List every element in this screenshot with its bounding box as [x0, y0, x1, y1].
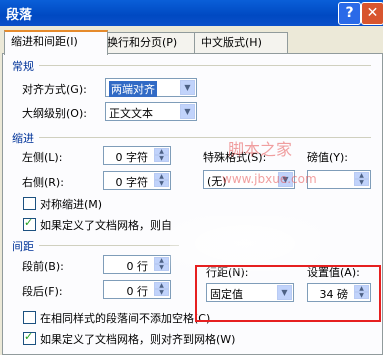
spin-up-icon[interactable]: ▲ — [154, 148, 169, 155]
highlight-box — [195, 265, 381, 322]
window-title: 段落 — [6, 8, 33, 23]
spin-down-icon[interactable]: ▼ — [354, 179, 369, 186]
space-after-label: 段后(F): — [22, 285, 63, 298]
spin-buttons[interactable]: ▲ ▼ — [354, 172, 369, 187]
indent-by-label: 磅值(Y): — [307, 151, 349, 164]
spin-buttons[interactable]: ▲ ▼ — [154, 148, 169, 163]
right-indent-value: 0 字符 — [115, 176, 149, 189]
space-after-spinner[interactable]: 0 行 ▲ ▼ — [103, 280, 171, 299]
auto-adjust-indent-checkbox[interactable] — [23, 216, 36, 231]
divider — [39, 137, 371, 138]
alignment-select[interactable]: 两端对齐 ▼ — [105, 78, 197, 97]
spin-down-icon[interactable]: ▼ — [154, 289, 169, 296]
spin-buttons[interactable]: ▲ ▼ — [154, 173, 169, 188]
outline-level-value: 正文文本 — [109, 107, 153, 120]
tab-indents-spacing[interactable]: 缩进和间距(I) — [4, 30, 108, 55]
watermark-url: www.jbxue.com — [222, 172, 317, 186]
spin-buttons[interactable]: ▲ ▼ — [154, 257, 169, 272]
space-before-value: 0 行 — [126, 260, 149, 273]
spin-up-icon[interactable]: ▲ — [154, 257, 169, 264]
mirror-indents-label: 对称缩进(M) — [40, 198, 103, 211]
watermark-brand: 脚本之家 — [228, 140, 293, 159]
alignment-value: 两端对齐 — [109, 81, 157, 97]
space-before-label: 段前(B): — [22, 260, 64, 273]
dropdown-arrow-icon[interactable]: ▼ — [180, 104, 195, 119]
spin-down-icon[interactable]: ▼ — [154, 180, 169, 187]
close-button[interactable]: ✕ — [361, 2, 383, 25]
no-space-same-style-checkbox[interactable] — [23, 311, 36, 324]
divider — [39, 65, 371, 66]
spin-down-icon[interactable]: ▼ — [154, 155, 169, 162]
snap-to-grid-checkbox[interactable] — [23, 330, 36, 345]
help-button[interactable]: ? — [338, 2, 361, 25]
dropdown-arrow-icon[interactable]: ▼ — [180, 80, 195, 95]
section-indentation: 缩进 — [12, 132, 34, 145]
tab-asian-typography[interactable]: 中文版式(H) — [194, 32, 288, 53]
right-indent-label: 右侧(R): — [22, 176, 64, 189]
section-general: 常规 — [12, 60, 34, 73]
left-indent-value: 0 字符 — [115, 151, 149, 164]
left-indent-spinner[interactable]: 0 字符 ▲ ▼ — [103, 146, 171, 165]
section-spacing: 间距 — [12, 240, 34, 253]
tab-strip: 缩进和间距(I) 换行和分页(P) 中文版式(H) — [0, 30, 383, 55]
watermark-glow — [170, 216, 320, 271]
space-before-spinner[interactable]: 0 行 ▲ ▼ — [103, 255, 171, 274]
mirror-indents-checkbox[interactable] — [23, 197, 36, 210]
snap-to-grid-label: 如果定义了文档网格，则对齐到网格(W) — [40, 333, 236, 346]
divider — [39, 245, 179, 246]
outline-level-label: 大纲级别(O): — [22, 107, 87, 120]
right-indent-spinner[interactable]: 0 字符 ▲ ▼ — [103, 171, 171, 190]
space-after-value: 0 行 — [126, 285, 149, 298]
left-indent-label: 左侧(L): — [22, 151, 63, 164]
outline-level-select[interactable]: 正文文本 ▼ — [105, 102, 197, 121]
auto-adjust-indent-label: 如果定义了文档网格，则自 — [40, 219, 172, 232]
title-bar: 段落 ? ✕ — [0, 0, 383, 26]
spin-down-icon[interactable]: ▼ — [154, 264, 169, 271]
spin-up-icon[interactable]: ▲ — [154, 173, 169, 180]
spin-up-icon[interactable]: ▲ — [354, 172, 369, 179]
alignment-label: 对齐方式(G): — [22, 83, 87, 96]
spin-buttons[interactable]: ▲ ▼ — [154, 282, 169, 297]
no-space-same-style-label: 在相同样式的段落间不添加空格(C) — [40, 312, 211, 325]
tab-line-page-breaks[interactable]: 换行和分页(P) — [100, 32, 202, 53]
spin-up-icon[interactable]: ▲ — [154, 282, 169, 289]
